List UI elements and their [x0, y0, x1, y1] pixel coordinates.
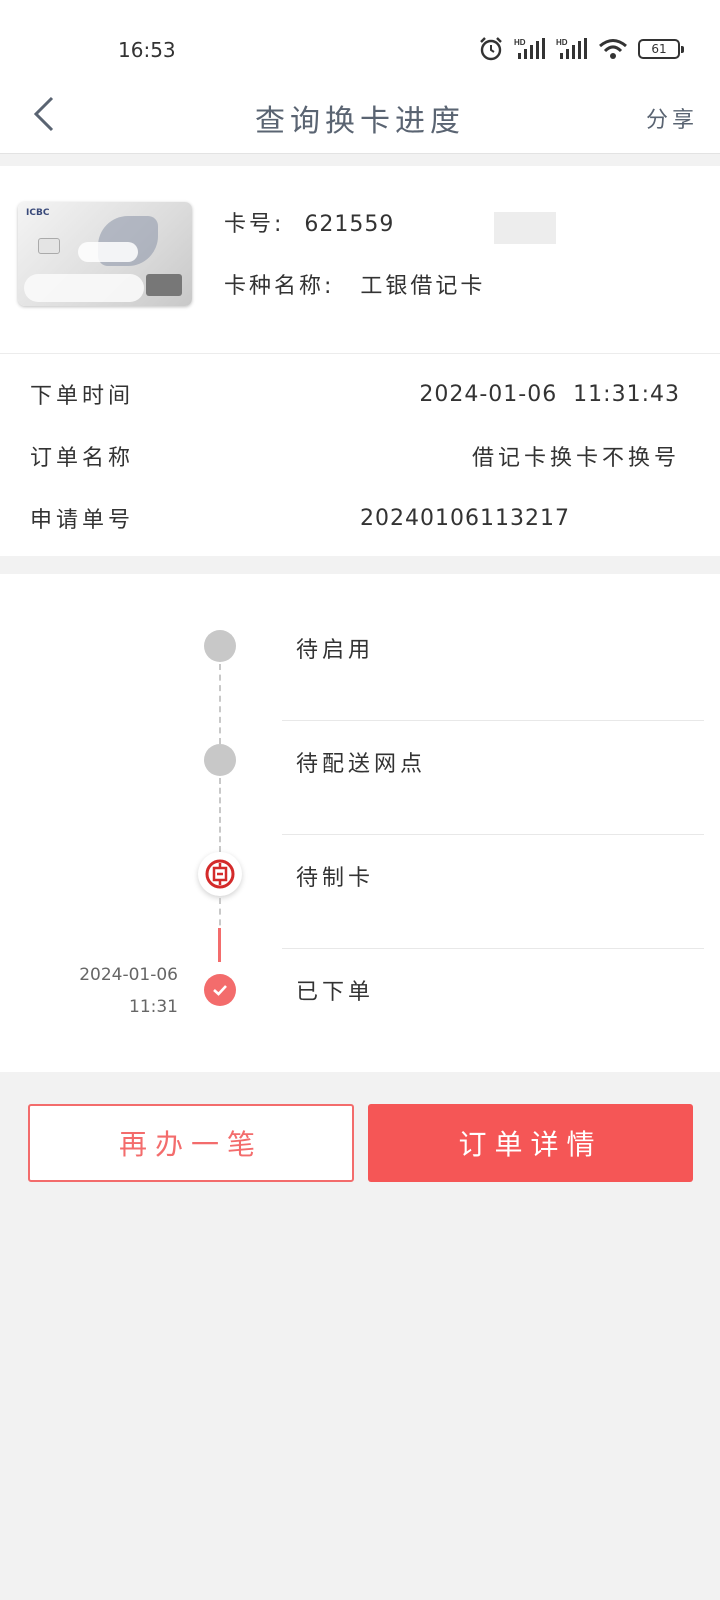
card-type: 工银借记卡 [360, 274, 486, 299]
battery-icon: 61 [638, 39, 684, 59]
status-icons: HD HD 61 [478, 36, 684, 62]
timeline-step-label: 待启用 [296, 638, 375, 663]
timeline-divider [282, 948, 704, 949]
battery-level: 61 [651, 42, 667, 56]
alarm-icon [480, 37, 502, 61]
card-cloud [78, 242, 138, 262]
order-time-label: 下单时间 [30, 384, 135, 409]
svg-text:HD: HD [514, 38, 526, 47]
card-number-mask [494, 212, 556, 244]
card-number-label: 卡号: [224, 212, 285, 237]
timeline-step-date: 2024-01-06 [79, 965, 178, 985]
timeline-step-label: 待配送网点 [296, 752, 427, 777]
nav-bar: 查询换卡进度 分享 [0, 80, 720, 154]
order-number-row: 申请单号 20240106113217 [30, 498, 570, 538]
hd-signal-icon: HD [514, 38, 545, 59]
timeline-dot-pending [204, 744, 236, 776]
card-cloud [24, 274, 144, 302]
card-chip [38, 238, 60, 254]
card-number-line: 卡号: 621559 [224, 206, 394, 238]
progress-timeline: 待启用 待配送网点 待制卡 已下单 2024-01-06 11:31 [0, 574, 720, 1072]
order-details-button[interactable]: 订单详情 [368, 1104, 693, 1182]
card-type-label: 卡种名称: [224, 274, 335, 299]
apply-again-button[interactable]: 再办一笔 [28, 1104, 354, 1182]
timeline-step-label: 待制卡 [296, 866, 375, 891]
card-image: ICBC [18, 202, 192, 306]
timeline-step-time: 11:31 [129, 997, 178, 1017]
order-time-value: 2024-01-06 11:31:43 [419, 381, 680, 407]
order-number-value: 20240106113217 [360, 505, 570, 531]
hd-signal-icon: HD [556, 38, 587, 59]
icbc-logo-icon [198, 852, 242, 896]
timeline-step-label: 已下单 [296, 980, 375, 1005]
wifi-icon [599, 39, 627, 59]
status-bar: 16:53 HD HD 61 [0, 0, 720, 80]
order-name-row: 订单名称 借记卡换卡不换号 [30, 436, 680, 476]
timeline-dot-pending [204, 630, 236, 662]
timeline-divider [282, 834, 704, 835]
order-name-value: 借记卡换卡不换号 [471, 446, 680, 471]
timeline-connector [219, 664, 221, 744]
unionpay-logo [146, 274, 182, 296]
svg-text:HD: HD [556, 38, 568, 47]
timeline-connector-active [218, 928, 221, 962]
order-time-row: 下单时间 2024-01-06 11:31:43 [30, 374, 680, 414]
card-info: ICBC 卡号: 621559 卡种名称: 工银借记卡 [0, 166, 720, 354]
order-info: 下单时间 2024-01-06 11:31:43 订单名称 借记卡换卡不换号 申… [0, 354, 720, 556]
status-time: 16:53 [118, 38, 176, 62]
page-title: 查询换卡进度 [255, 104, 465, 139]
card-number: 621559 [304, 212, 395, 237]
order-number-label: 申请单号 [30, 508, 135, 533]
order-name-label: 订单名称 [30, 446, 135, 471]
share-button[interactable]: 分享 [646, 102, 698, 134]
check-icon [204, 974, 236, 1006]
timeline-connector [219, 778, 221, 852]
timeline-divider [282, 720, 704, 721]
card-type-line: 卡种名称: 工银借记卡 [224, 268, 485, 300]
card-brand: ICBC [26, 208, 50, 218]
